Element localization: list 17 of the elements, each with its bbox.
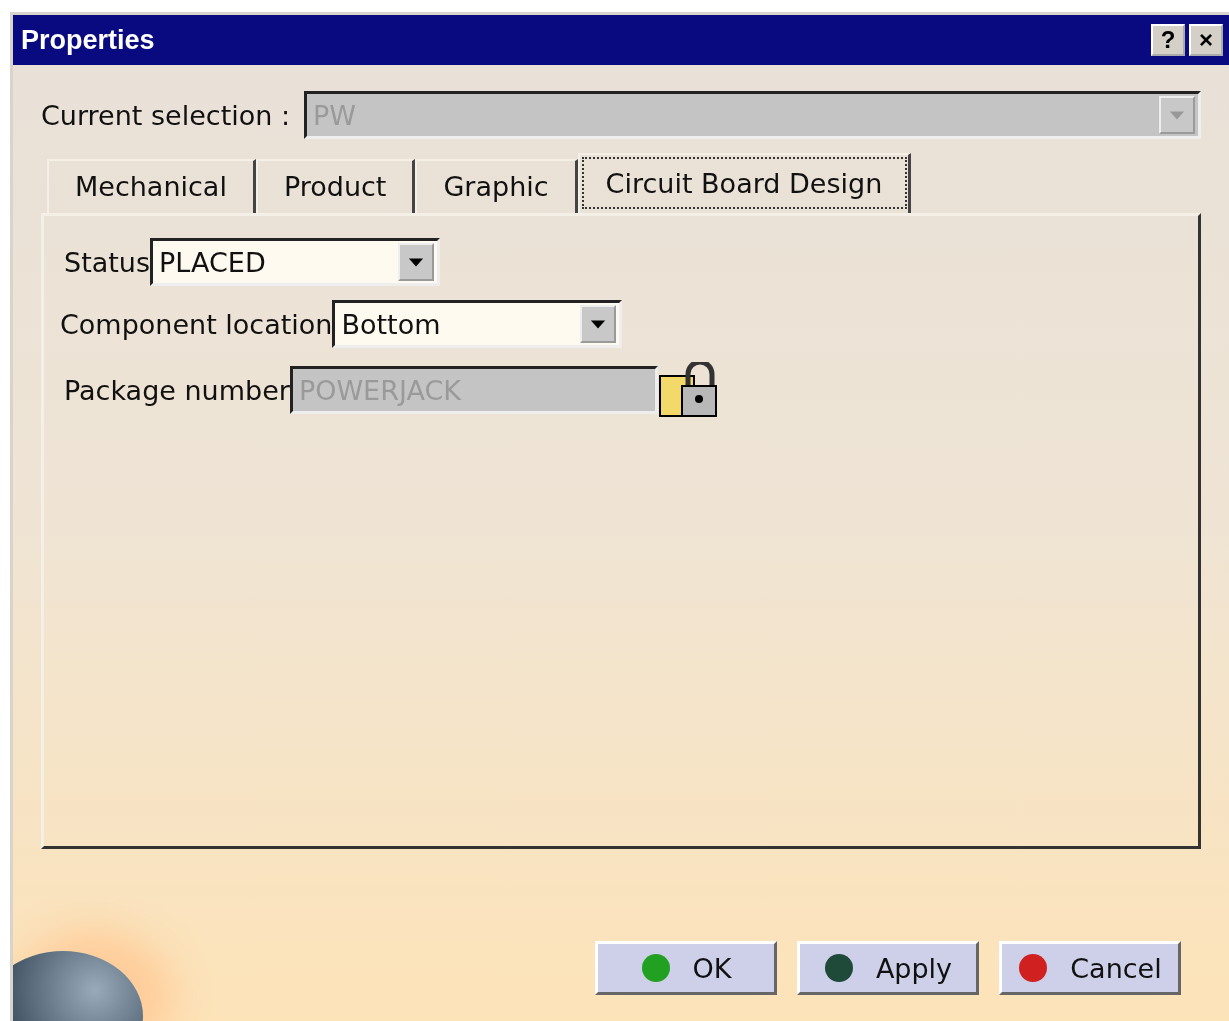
- help-button[interactable]: ?: [1151, 24, 1185, 56]
- tab[interactable]: Circuit Board Design: [577, 153, 912, 213]
- tab[interactable]: Product: [255, 159, 416, 213]
- field-label: Component location: [60, 308, 333, 340]
- field-label: Package number: [64, 374, 290, 406]
- dialog-button[interactable]: Cancel: [999, 941, 1181, 995]
- field-label: Status: [64, 246, 151, 278]
- dropdown-field[interactable]: PLACED: [150, 238, 441, 286]
- field-label: Current selection :: [41, 99, 291, 131]
- dropdown-field[interactable]: Bottom: [332, 300, 623, 348]
- window-title: Properties: [21, 24, 155, 56]
- close-button[interactable]: ×: [1189, 24, 1223, 56]
- tab[interactable]: Mechanical: [47, 159, 256, 213]
- tab[interactable]: Graphic: [415, 159, 578, 213]
- dialog-button[interactable]: Apply: [797, 941, 979, 995]
- dialog-button[interactable]: OK: [595, 941, 777, 995]
- padlock-icon[interactable]: [657, 362, 718, 418]
